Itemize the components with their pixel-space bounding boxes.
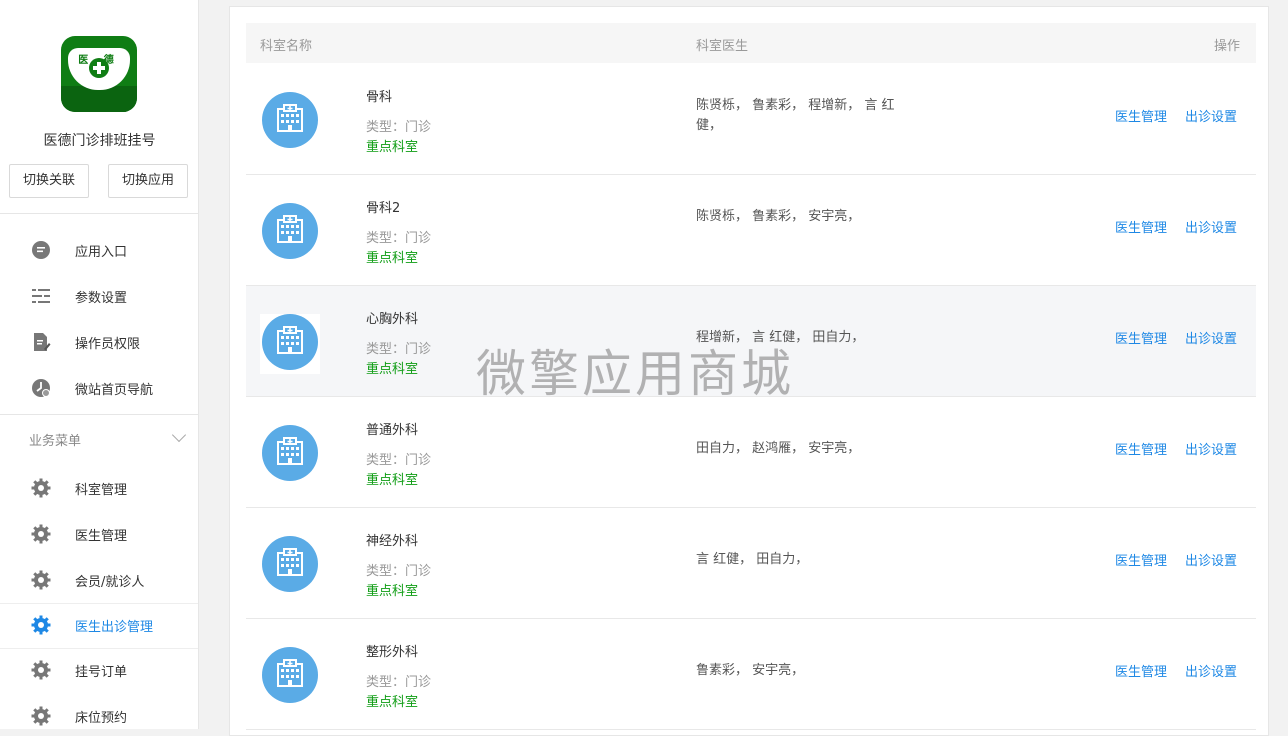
schedule-settings-link[interactable]: 出诊设置 <box>1185 106 1237 125</box>
department-doctors: 言 红健， 田自力， <box>696 552 809 567</box>
doctor-management-link[interactable]: 医生管理 <box>1115 439 1167 458</box>
department-name: 整形外科 <box>366 645 419 660</box>
doctor-management-link[interactable]: 医生管理 <box>1115 106 1167 125</box>
hospital-icon <box>262 536 318 592</box>
document-edit-icon <box>34 333 51 351</box>
column-header-ops: 操作 <box>1214 39 1241 54</box>
chat-bubble-icon <box>32 241 50 259</box>
doctor-management-link[interactable]: 医生管理 <box>1115 328 1167 347</box>
nav-item-members[interactable]: 会员/就诊人 <box>0 560 198 600</box>
hospital-icon <box>262 647 318 703</box>
nav-item-doctor-schedule[interactable]: 医生出诊管理 <box>0 605 198 645</box>
gear-icon <box>31 524 51 544</box>
gear-icon <box>31 615 51 635</box>
department-doctors: 鲁素彩， 安宇亮， <box>696 663 805 678</box>
nav-item-bed-reservation[interactable]: 床位预约 <box>0 696 198 729</box>
schedule-settings-link[interactable]: 出诊设置 <box>1185 550 1237 569</box>
nav-item-app-entry[interactable]: 应用入口 <box>0 230 198 270</box>
table-row: 普通外科 类型：门诊 重点科室 田自力， 赵鸿雁， 安宇亮， 医生管理 出诊设置 <box>246 397 1256 508</box>
nav-item-doctor-management[interactable]: 医生管理 <box>0 514 198 554</box>
key-department-tag: 重点科室 <box>366 362 419 377</box>
hospital-icon <box>262 314 318 370</box>
column-header-name: 科室名称 <box>260 39 313 54</box>
sidebar: 医 德 医德门诊排班挂号 切换关联 切换应用 应用入口 参数设置 操作员权限 微… <box>0 0 199 729</box>
department-type: 类型：门诊 <box>366 231 432 246</box>
department-type: 类型：门诊 <box>366 675 432 690</box>
table-header: 科室名称 科室医生 操作 <box>246 23 1256 63</box>
department-name: 普通外科 <box>366 423 419 438</box>
nav-item-operator-permissions[interactable]: 操作员权限 <box>0 322 198 362</box>
schedule-settings-link[interactable]: 出诊设置 <box>1185 661 1237 680</box>
key-department-tag: 重点科室 <box>366 473 419 488</box>
nav-item-params[interactable]: 参数设置 <box>0 276 198 316</box>
key-department-tag: 重点科室 <box>366 140 419 155</box>
department-name: 骨科2 <box>366 201 401 216</box>
list-settings-icon <box>32 289 50 303</box>
clock-icon <box>32 379 50 397</box>
nav-item-department-management[interactable]: 科室管理 <box>0 468 198 508</box>
table-row: 骨科2 类型：门诊 重点科室 陈贤栎， 鲁素彩， 安宇亮， 医生管理 出诊设置 <box>246 175 1256 286</box>
gear-icon <box>31 706 51 726</box>
nav-item-registration-orders[interactable]: 挂号订单 <box>0 650 198 690</box>
department-name: 神经外科 <box>366 534 419 549</box>
department-name: 骨科 <box>366 90 393 105</box>
department-doctors: 田自力， 赵鸿雁， 安宇亮， <box>696 441 861 456</box>
doctor-management-link[interactable]: 医生管理 <box>1115 217 1167 236</box>
schedule-settings-link[interactable]: 出诊设置 <box>1185 217 1237 236</box>
chevron-down-icon[interactable] <box>171 427 187 443</box>
gear-icon <box>31 660 51 680</box>
watermark: 微擎应用商城 <box>476 345 794 403</box>
department-doctors: 陈贤栎， 鲁素彩， 安宇亮， <box>696 209 861 224</box>
nav-item-site-home-nav[interactable]: 微站首页导航 <box>0 368 198 408</box>
key-department-tag: 重点科室 <box>366 584 419 599</box>
doctor-management-link[interactable]: 医生管理 <box>1115 550 1167 569</box>
switch-app-button[interactable]: 切换应用 <box>108 164 188 198</box>
business-menu-title: 业务菜单 <box>29 434 82 449</box>
doctor-management-link[interactable]: 医生管理 <box>1115 661 1167 680</box>
divider <box>0 213 198 214</box>
app-logo: 医 德 <box>61 36 137 112</box>
table-row: 骨科 类型：门诊 重点科室 陈贤栎， 鲁素彩， 程增新， 言 红健， 医生管理 … <box>246 64 1256 175</box>
hospital-icon <box>262 203 318 259</box>
hospital-icon <box>262 92 318 148</box>
divider <box>0 414 198 415</box>
department-doctors: 陈贤栎， 鲁素彩， 程增新， 言 红健， <box>696 98 895 133</box>
gear-icon <box>31 478 51 498</box>
department-type: 类型：门诊 <box>366 564 432 579</box>
gear-icon <box>31 570 51 590</box>
department-type: 类型：门诊 <box>366 342 432 357</box>
switch-link-button[interactable]: 切换关联 <box>9 164 89 198</box>
key-department-tag: 重点科室 <box>366 251 419 266</box>
schedule-settings-link[interactable]: 出诊设置 <box>1185 439 1237 458</box>
hospital-icon <box>262 425 318 481</box>
schedule-settings-link[interactable]: 出诊设置 <box>1185 328 1237 347</box>
column-header-doctors: 科室医生 <box>696 39 749 54</box>
department-type: 类型：门诊 <box>366 453 432 468</box>
department-name: 心胸外科 <box>366 312 419 327</box>
app-name: 医德门诊排班挂号 <box>43 133 156 149</box>
table-row: 整形外科 类型：门诊 重点科室 鲁素彩， 安宇亮， 医生管理 出诊设置 <box>246 619 1256 730</box>
medical-cross-icon <box>89 58 109 78</box>
key-department-tag: 重点科室 <box>366 695 419 710</box>
department-type: 类型：门诊 <box>366 120 432 135</box>
table-row: 神经外科 类型：门诊 重点科室 言 红健， 田自力， 医生管理 出诊设置 <box>246 508 1256 619</box>
